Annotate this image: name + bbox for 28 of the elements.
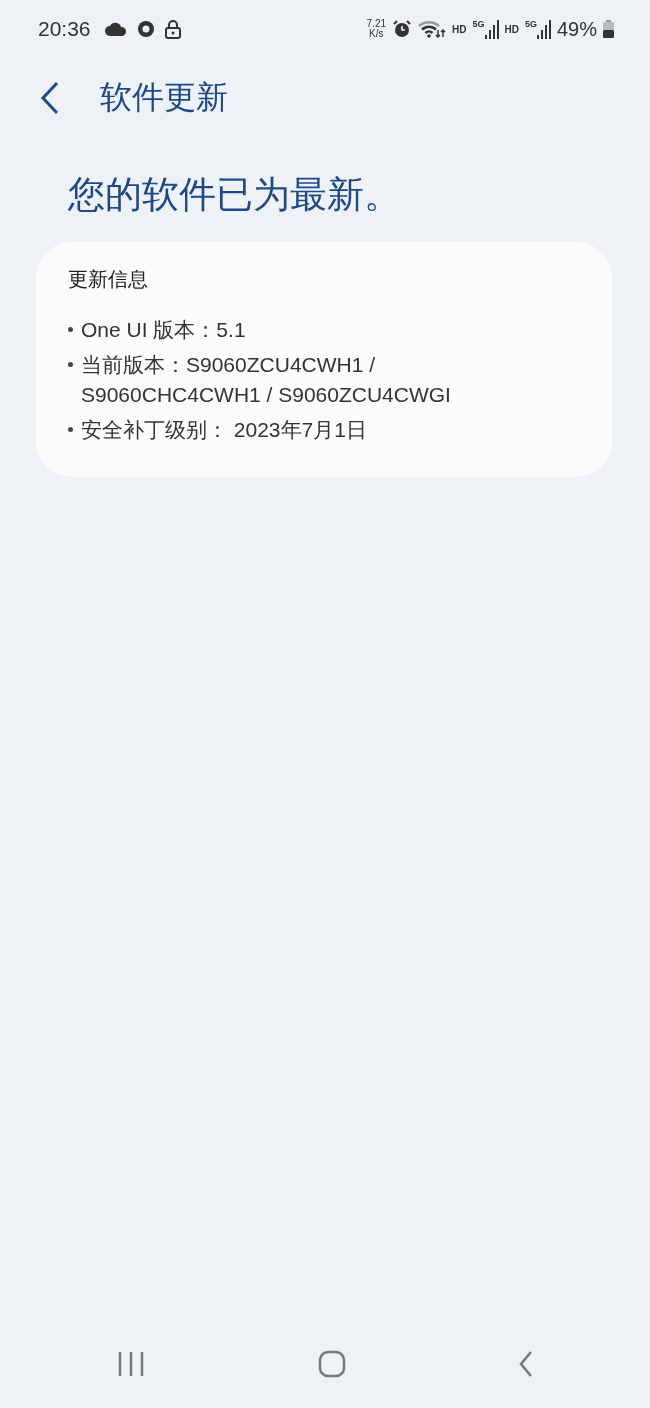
network-label: 5G <box>524 19 537 29</box>
battery-percent: 49% <box>556 17 597 41</box>
bullet-icon <box>68 327 73 332</box>
card-title: 更新信息 <box>68 267 149 292</box>
circle-icon <box>136 20 155 38</box>
info-text: One UI 版本：5.1 <box>81 317 246 343</box>
recents-button[interactable] <box>116 1350 145 1378</box>
signal-icon <box>484 19 499 39</box>
status-headline: 您的软件已为最新。 <box>67 173 402 217</box>
cloud-icon <box>104 22 127 36</box>
hd-label: HD <box>452 23 467 35</box>
bullet-icon <box>68 427 73 433</box>
battery-icon <box>603 20 614 38</box>
home-button[interactable] <box>318 1350 346 1378</box>
info-text: 安全补丁级别： 2023年7月1日 <box>81 417 367 444</box>
page-title: 软件更新 <box>100 78 228 117</box>
clock-time: 20:36 <box>38 17 91 41</box>
hd-label: HD <box>504 23 519 35</box>
wifi-icon <box>418 19 447 39</box>
speed-value: 7.21 <box>366 19 387 29</box>
bullet-icon <box>68 362 73 368</box>
network-label: 5G <box>472 19 485 29</box>
speed-unit: K/s <box>369 29 384 39</box>
alarm-icon <box>392 19 413 39</box>
info-text: 当前版本：S9060ZCU4CWH1 / S9060CHC4CWH1 / S9060ZCU4CWGI <box>81 352 452 408</box>
signal-icon <box>536 19 551 39</box>
back-nav-button[interactable] <box>519 1351 534 1377</box>
lock-icon <box>164 19 181 39</box>
